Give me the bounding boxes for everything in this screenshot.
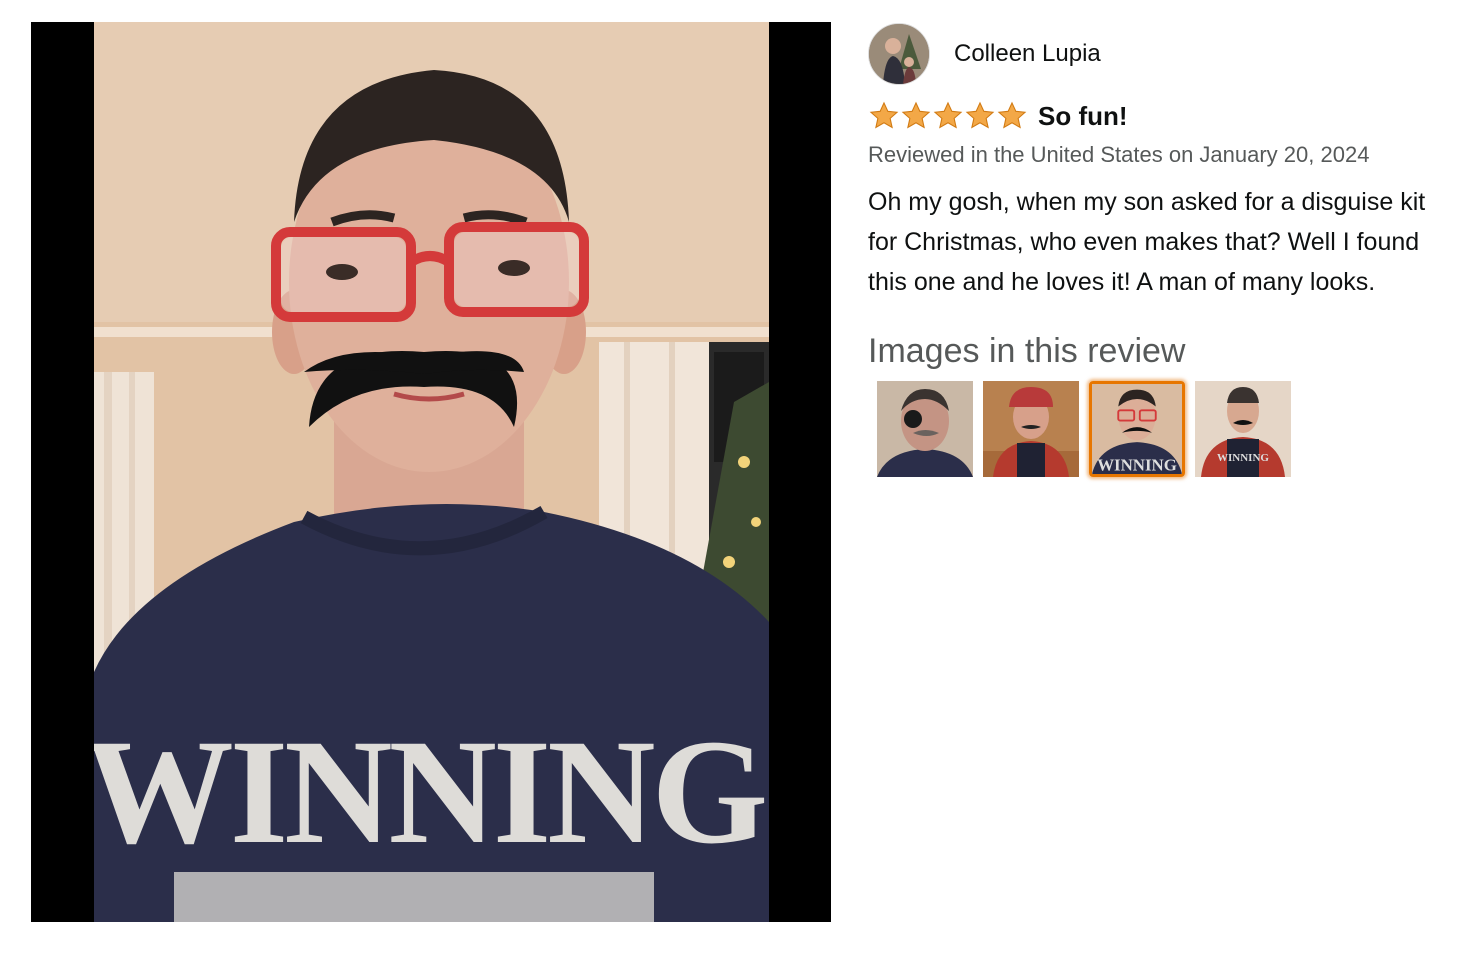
shirt-text: WINNING: [94, 709, 765, 875]
review-body: Oh my gosh, when my son asked for a disg…: [868, 188, 1426, 296]
review-thumbnail[interactable]: [983, 381, 1079, 477]
images-heading: Images in this review: [868, 332, 1186, 370]
svg-text:WINNING: WINNING: [1217, 452, 1269, 464]
main-image-viewer[interactable]: WINNING: [31, 22, 831, 922]
star-icon: [997, 101, 1027, 129]
reviewer-name[interactable]: Colleen Lupia: [954, 40, 1101, 68]
review-main-photo: WINNING: [94, 22, 769, 922]
review-panel: Colleen Lupia So fun! Reviewed in the Un…: [868, 22, 1448, 477]
avatar[interactable]: [868, 23, 930, 85]
review-date: Reviewed in the United States on January…: [868, 142, 1370, 167]
review-thumbnail[interactable]: [877, 381, 973, 477]
review-image-thumbnails: WINNING WINNING: [877, 381, 1448, 477]
star-icon: [965, 101, 995, 129]
review-title[interactable]: So fun!: [1038, 101, 1128, 132]
star-rating[interactable]: [868, 100, 1028, 132]
star-icon: [901, 101, 931, 129]
rating-row: So fun!: [868, 96, 1448, 136]
star-icon: [933, 101, 963, 129]
review-thumbnail-selected[interactable]: WINNING: [1089, 381, 1185, 477]
star-icon: [869, 101, 899, 129]
review-thumbnail[interactable]: WINNING: [1195, 381, 1291, 477]
svg-text:WINNING: WINNING: [1097, 455, 1177, 474]
reviewer-profile[interactable]: Colleen Lupia: [868, 22, 1448, 86]
